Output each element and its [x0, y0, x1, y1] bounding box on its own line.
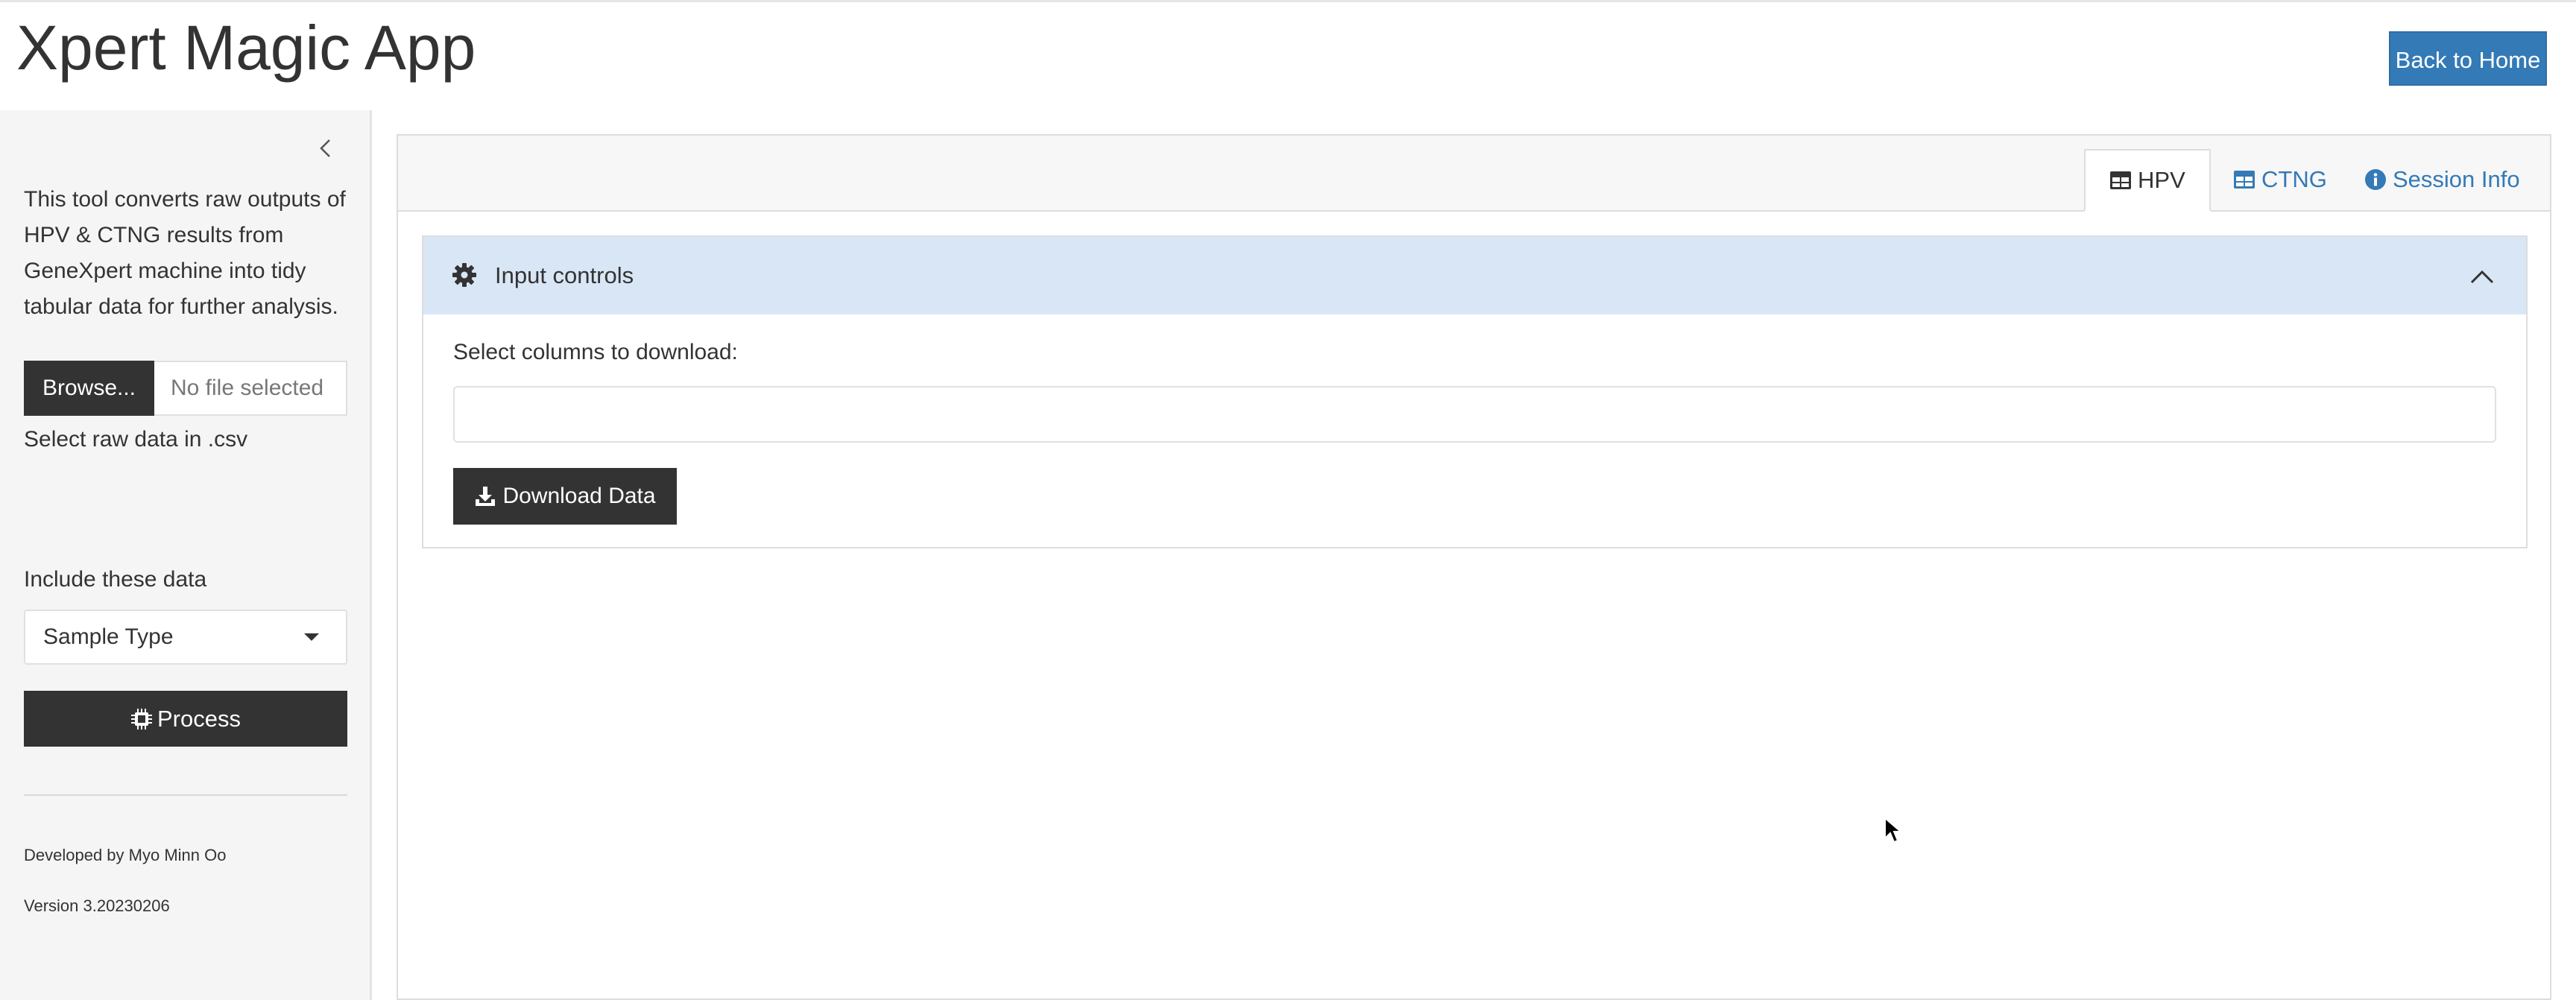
browse-button[interactable]: Browse... [24, 361, 154, 416]
tab-label: Session Info [2393, 166, 2520, 192]
file-input-label: Select raw data in .csv [24, 427, 248, 452]
sidebar-description: This tool converts raw outputs of HPV & … [24, 187, 346, 319]
mouse-cursor-icon [1884, 817, 1902, 844]
input-controls-header[interactable]: Input controls [423, 237, 2526, 314]
top-border [0, 0, 2576, 2]
info-circle-icon [2365, 169, 2386, 190]
columns-select-input[interactable] [453, 386, 2496, 443]
input-controls-title: Input controls [495, 262, 634, 288]
include-data-select[interactable]: Sample Type [24, 610, 347, 665]
main-tab-panel: HPV CTNG Session Info Input controls Sel… [397, 134, 2551, 1000]
app-title: Xpert Magic App [16, 13, 476, 83]
tab-label: CTNG [2261, 166, 2327, 192]
tab-bar: HPV CTNG Session Info [398, 136, 2550, 212]
tab-hpv[interactable]: HPV [2084, 149, 2211, 212]
process-button[interactable]: Process [24, 691, 347, 747]
table-icon [2234, 171, 2255, 189]
download-icon [476, 487, 496, 506]
version-text: Version 3.20230206 [24, 896, 170, 915]
gear-icon [452, 263, 476, 287]
microchip-icon [131, 708, 152, 730]
developer-credit: Developed by Myo Minn Oo [24, 846, 227, 864]
chevron-left-icon[interactable] [312, 134, 340, 162]
table-icon [2110, 171, 2131, 189]
include-data-label: Include these data [24, 567, 207, 592]
file-input-group: Browse... No file selected [24, 361, 347, 416]
tab-label: HPV [2138, 167, 2185, 193]
tab-session-info[interactable]: Session Info [2340, 149, 2544, 210]
download-data-button[interactable]: Download Data [453, 468, 677, 525]
process-label: Process [157, 705, 241, 732]
sidebar: This tool converts raw outputs of HPV & … [0, 110, 372, 1000]
back-to-home-button[interactable]: Back to Home [2389, 31, 2547, 86]
include-data-selected-value: Sample Type [43, 624, 174, 649]
caret-down-icon [304, 633, 319, 641]
input-controls-card: Input controls Select columns to downloa… [422, 235, 2528, 548]
download-label: Download Data [502, 484, 656, 508]
file-name-field[interactable]: No file selected [154, 361, 347, 416]
chevron-up-icon[interactable] [2469, 263, 2496, 290]
tab-ctng[interactable]: CTNG [2209, 149, 2351, 210]
columns-label: Select columns to download: [453, 340, 738, 364]
divider [24, 794, 347, 796]
